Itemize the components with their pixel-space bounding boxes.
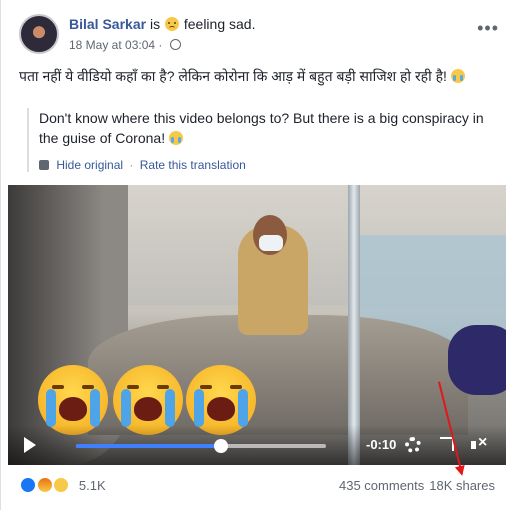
tear-shape [194, 389, 204, 427]
shares-count[interactable]: 18K shares [429, 478, 495, 493]
translate-icon [39, 160, 49, 170]
translation-links: Hide original · Rate this translation [39, 158, 497, 172]
like-icon [19, 476, 37, 494]
crying-face-icon [450, 69, 465, 83]
timestamp[interactable]: 18 May at 03:04 [69, 38, 155, 52]
video-frame-blanket [448, 325, 506, 395]
tear-shape [90, 389, 100, 427]
post-card: Bilal Sarkar is feeling sad. 18 May at 0… [0, 0, 506, 510]
eye-shape [127, 385, 139, 389]
avatar[interactable] [19, 14, 59, 54]
translation-block: Don't know where this video belongs to? … [27, 108, 497, 172]
mouth-shape [59, 397, 87, 421]
separator: · [158, 38, 166, 52]
progress-knob[interactable] [214, 439, 228, 453]
video-controls: -0:10 [8, 425, 506, 465]
angry-icon [35, 476, 54, 494]
post-meta: 18 May at 03:04 · [69, 38, 181, 52]
tear-shape [121, 389, 131, 427]
video-frame-pole [348, 185, 360, 465]
progress-bar[interactable] [76, 439, 326, 453]
reactions-summary[interactable]: 5.1K [19, 476, 106, 494]
eye-shape [200, 385, 212, 389]
video-player[interactable]: -0:10 [8, 185, 506, 465]
more-options-icon[interactable]: ••• [477, 18, 499, 39]
author-line: Bilal Sarkar is feeling sad. [69, 16, 255, 32]
eye-shape [52, 385, 64, 389]
sad-icon [52, 476, 71, 494]
mute-icon[interactable] [471, 434, 487, 453]
tear-shape [165, 389, 175, 427]
crying-face-icon [168, 131, 183, 145]
hide-original-link[interactable]: Hide original [56, 158, 123, 172]
is-word: is [149, 16, 161, 32]
time-remaining: -0:10 [366, 437, 397, 452]
reaction-count[interactable]: 5.1K [79, 478, 106, 493]
mouth-shape [207, 397, 235, 421]
feeling-text: feeling sad. [183, 16, 256, 32]
progress-fill [76, 444, 221, 448]
mouth-shape [134, 397, 162, 421]
separator: · [129, 158, 134, 172]
play-icon[interactable] [24, 437, 36, 453]
tear-shape [238, 389, 248, 427]
globe-icon[interactable] [169, 39, 181, 50]
translation-text: Don't know where this video belongs to? … [39, 108, 497, 148]
sad-face-icon [164, 17, 179, 31]
post-text: पता नहीं ये वीडियो कहाँ का है? लेकिन कोर… [19, 66, 495, 86]
post-header: Bilal Sarkar is feeling sad. 18 May at 0… [19, 14, 499, 58]
post-text-hindi: पता नहीं ये वीडियो कहाँ का है? लेकिन कोर… [19, 68, 447, 84]
author-name[interactable]: Bilal Sarkar [69, 16, 146, 32]
gear-icon[interactable] [405, 437, 421, 453]
rate-translation-link[interactable]: Rate this translation [140, 158, 246, 172]
tear-shape [46, 389, 56, 427]
translation-content: Don't know where this video belongs to? … [39, 110, 484, 146]
post-footer: 5.1K 435 comments 18K shares [19, 476, 497, 496]
comments-count[interactable]: 435 comments [339, 478, 424, 493]
video-frame-mask [259, 235, 283, 251]
